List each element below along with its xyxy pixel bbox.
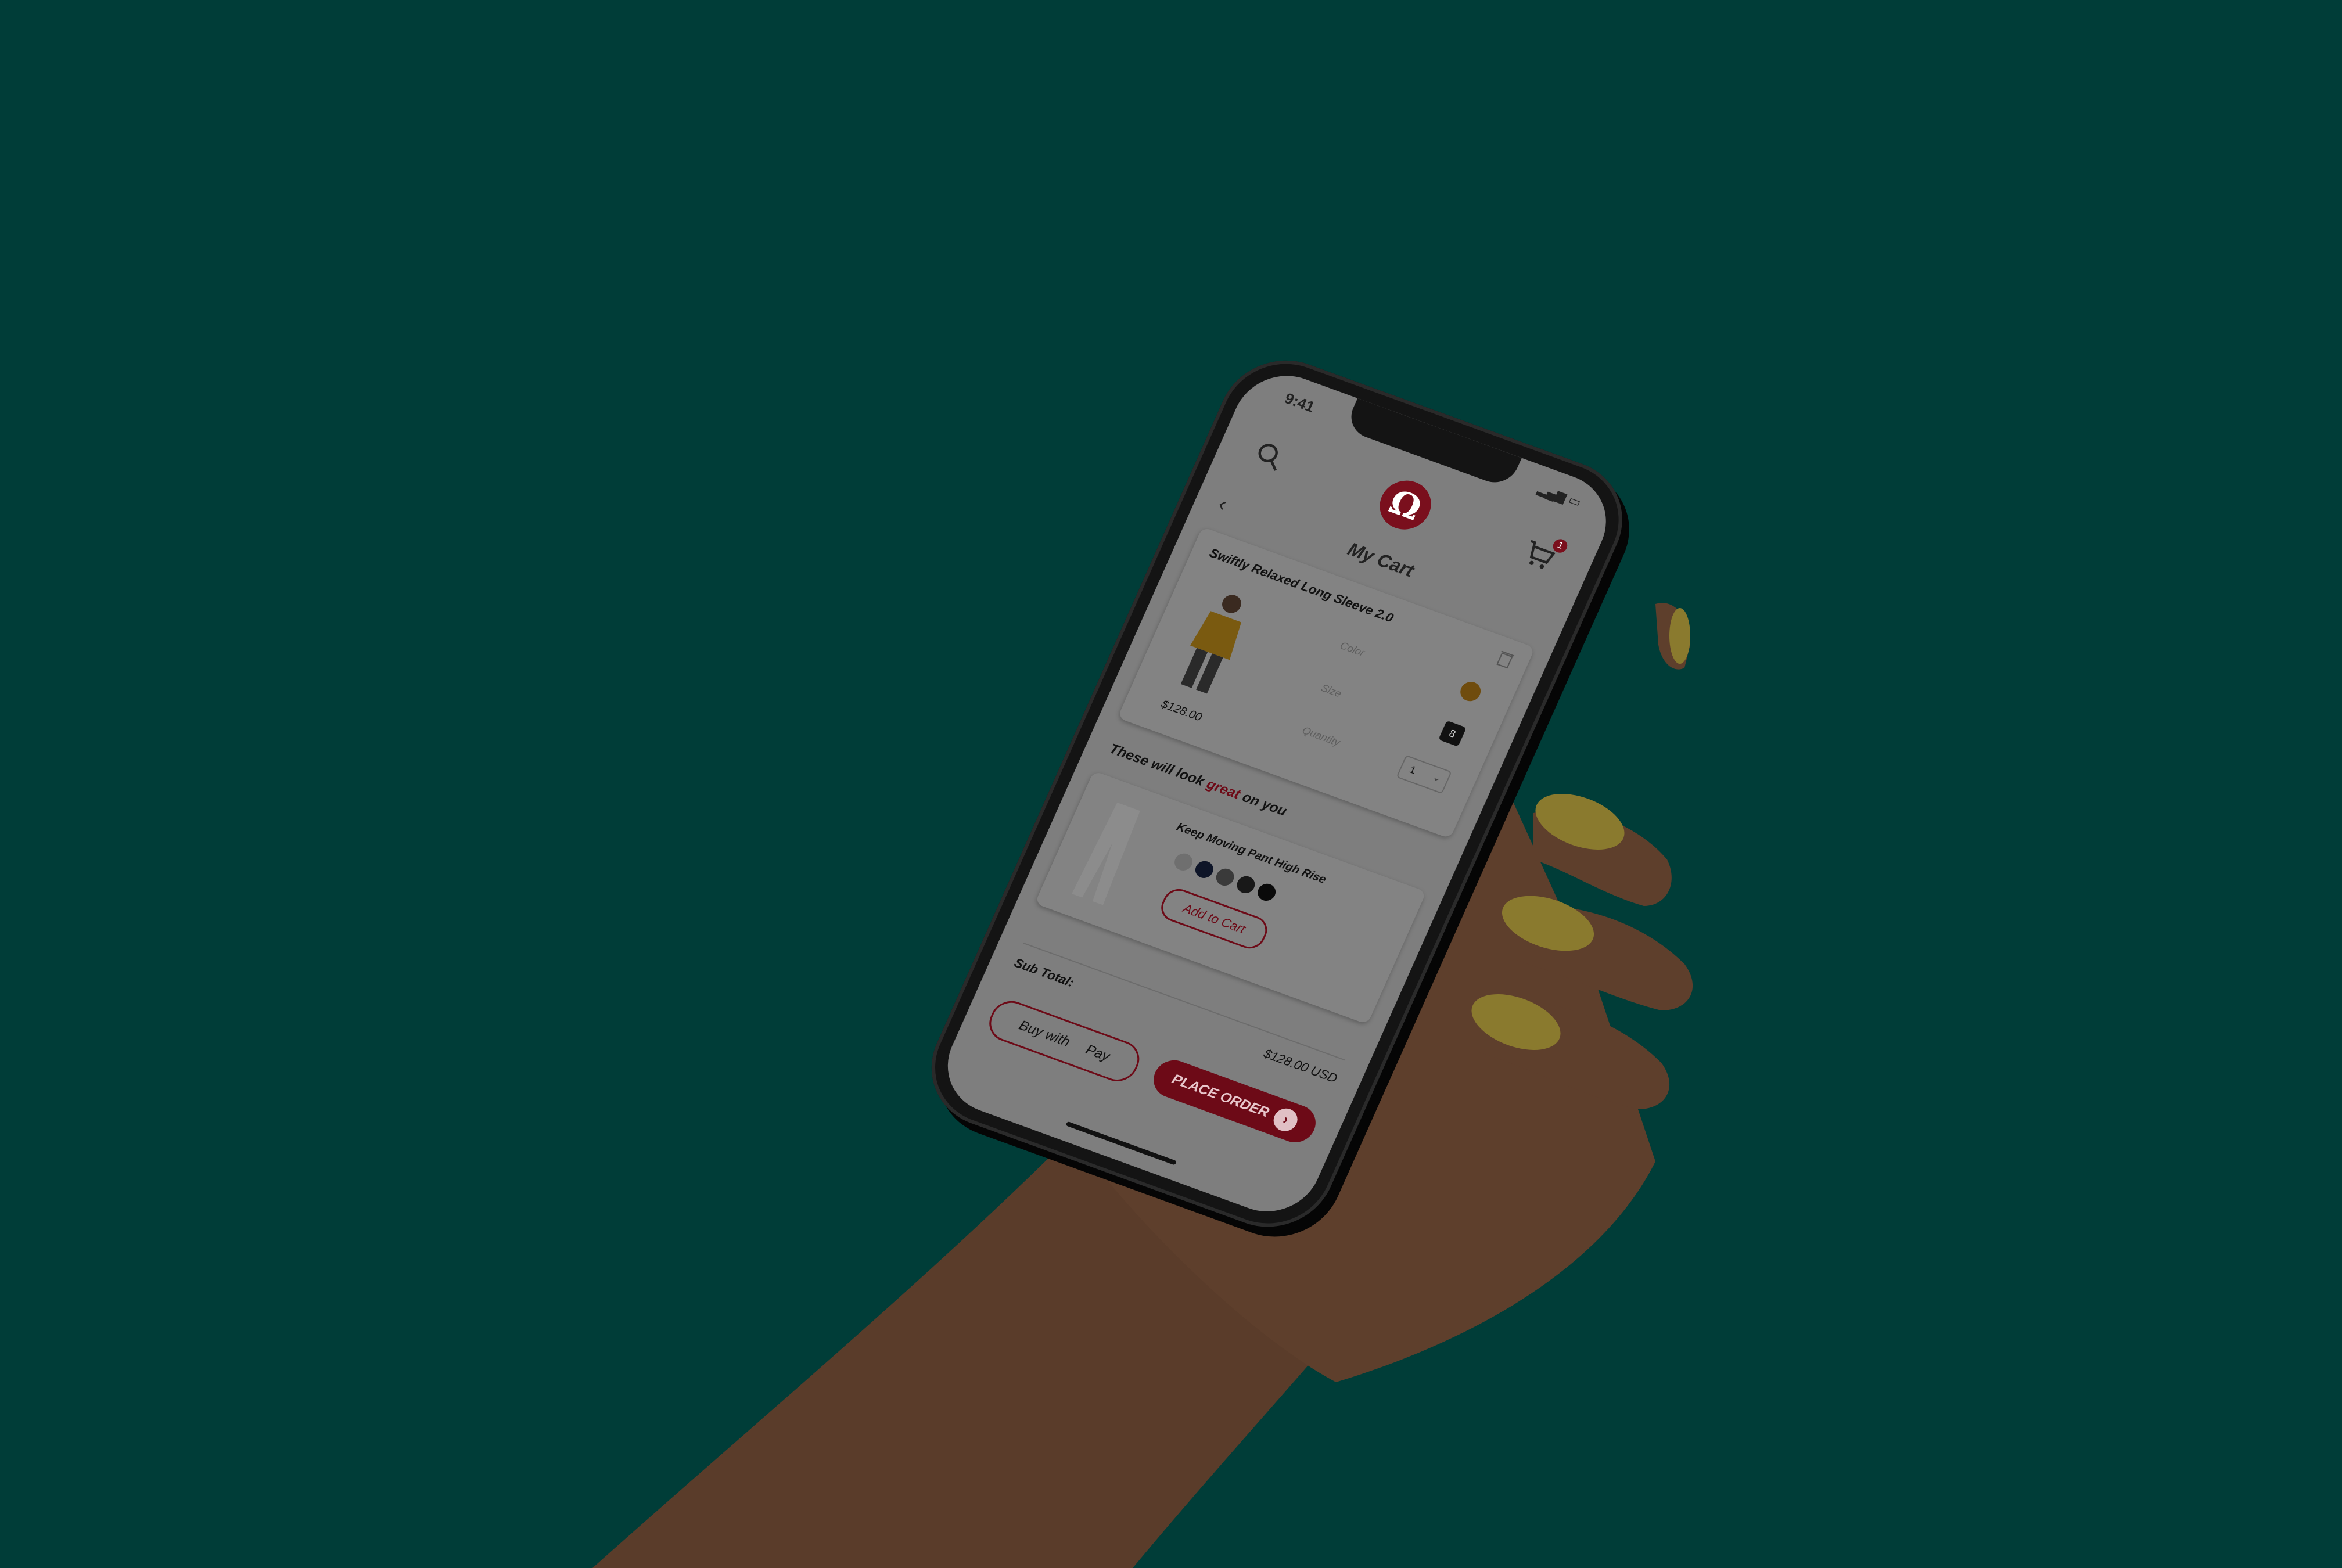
recommendation-image[interactable] [1058, 793, 1158, 914]
arrow-right-icon: › [1270, 1105, 1302, 1135]
nail-4 [1669, 608, 1690, 664]
quantity-label: Quantity [1300, 724, 1342, 749]
size-selector[interactable]: 8 [1438, 720, 1467, 747]
swatch-4[interactable] [1234, 873, 1258, 896]
subtotal-value: $128.00 USD [1261, 1046, 1340, 1086]
cart-item-card: Swiftly Relaxed Long Sleeve 2.0 $128.00 … [1117, 527, 1535, 839]
rec-title-post: on you [1236, 787, 1289, 819]
product-image[interactable] [1158, 577, 1271, 707]
swatch-5[interactable] [1255, 881, 1278, 904]
chevron-down-icon: ⌄ [1430, 770, 1444, 785]
product-price: $128.00 [1159, 697, 1204, 724]
rec-title-accent: great [1204, 776, 1243, 803]
color-label: Color [1338, 639, 1367, 659]
search-icon[interactable] [1249, 437, 1289, 475]
brand-logo[interactable]: Ω [1371, 473, 1439, 537]
subtotal-label: Sub Total: [1012, 955, 1077, 990]
quantity-value: 1 [1407, 763, 1418, 776]
status-time: 9:41 [1282, 389, 1318, 416]
quantity-select[interactable]: 1 ⌄ [1396, 754, 1452, 794]
swatch-2[interactable] [1192, 858, 1216, 881]
swatch-1[interactable] [1172, 851, 1195, 873]
size-label: Size [1319, 682, 1344, 700]
swatch-3[interactable] [1213, 866, 1237, 889]
color-swatch[interactable] [1457, 679, 1484, 704]
place-order-label: PLACE ORDER [1169, 1071, 1272, 1121]
status-icons: ▂▄▆ ▭ [1536, 481, 1584, 510]
trash-icon[interactable] [1495, 648, 1517, 670]
